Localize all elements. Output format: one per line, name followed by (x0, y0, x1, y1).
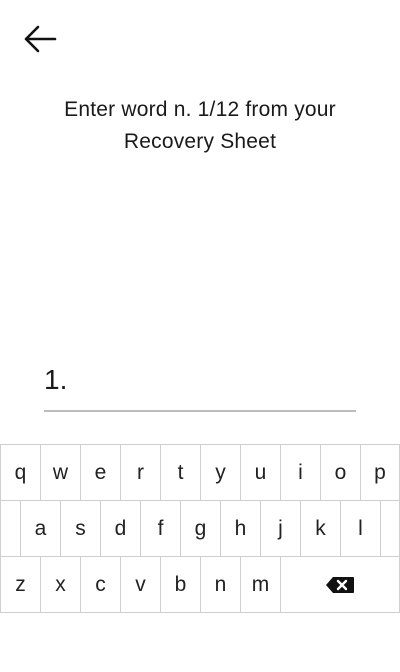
instruction-line-2: Recovery Sheet (123, 130, 277, 153)
key-y[interactable]: y (200, 444, 241, 501)
key-z[interactable]: z (0, 556, 41, 613)
key-b[interactable]: b (160, 556, 201, 613)
key-j[interactable]: j (260, 500, 301, 557)
key-spacer-left (0, 500, 21, 557)
recovery-word-screen: Enter word n. 1/12 from your Recovery Sh… (0, 0, 400, 672)
back-button[interactable] (20, 22, 60, 56)
key-r[interactable]: r (120, 444, 161, 501)
key-w[interactable]: w (40, 444, 81, 501)
key-i[interactable]: i (280, 444, 321, 501)
backspace-button[interactable] (280, 556, 400, 613)
keyboard: q w e r t y u i o p a s d f g h j k l z … (0, 444, 400, 613)
key-c[interactable]: c (80, 556, 121, 613)
key-o[interactable]: o (320, 444, 361, 501)
key-m[interactable]: m (240, 556, 281, 613)
key-s[interactable]: s (60, 500, 101, 557)
key-t[interactable]: t (160, 444, 201, 501)
key-k[interactable]: k (300, 500, 341, 557)
instruction-line-1: Enter word n. 1/12 from your (64, 98, 336, 121)
key-h[interactable]: h (220, 500, 261, 557)
key-v[interactable]: v (120, 556, 161, 613)
key-p[interactable]: p (360, 444, 400, 501)
keyboard-row-2: a s d f g h j k l (0, 500, 400, 557)
keyboard-row-1: q w e r t y u i o p (0, 444, 400, 501)
backspace-icon (326, 576, 354, 593)
instruction-text: Enter word n. 1/12 from your Recovery Sh… (20, 94, 380, 158)
key-n[interactable]: n (200, 556, 241, 613)
key-f[interactable]: f (140, 500, 181, 557)
arrow-left-icon (24, 25, 57, 53)
key-d[interactable]: d (100, 500, 141, 557)
word-input[interactable] (73, 360, 384, 400)
key-a[interactable]: a (20, 500, 61, 557)
word-index-label: 1. (44, 364, 68, 395)
key-u[interactable]: u (240, 444, 281, 501)
key-spacer-right (380, 500, 400, 557)
key-q[interactable]: q (0, 444, 41, 501)
word-entry-field[interactable]: 1. (44, 350, 384, 412)
key-l[interactable]: l (340, 500, 381, 557)
key-g[interactable]: g (180, 500, 221, 557)
key-e[interactable]: e (80, 444, 121, 501)
key-x[interactable]: x (40, 556, 81, 613)
keyboard-row-3: z x c v b n m (0, 556, 400, 613)
